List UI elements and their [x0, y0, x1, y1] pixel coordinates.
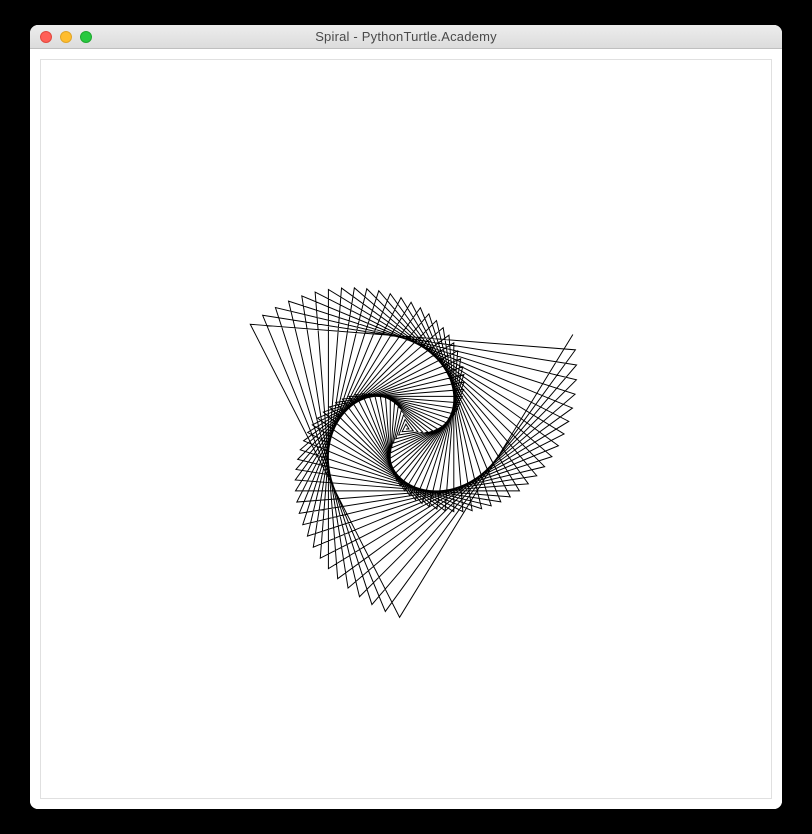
canvas-container: [30, 49, 782, 809]
minimize-button[interactable]: [60, 31, 72, 43]
close-button[interactable]: [40, 31, 52, 43]
turtle-canvas: [41, 60, 771, 798]
canvas-border: [40, 59, 772, 799]
window-title: Spiral - PythonTurtle.Academy: [30, 29, 782, 44]
window-titlebar[interactable]: Spiral - PythonTurtle.Academy: [30, 25, 782, 49]
spiral-drawing: [250, 288, 576, 617]
traffic-lights-group: [30, 31, 92, 43]
application-window: Spiral - PythonTurtle.Academy: [30, 25, 782, 809]
zoom-button[interactable]: [80, 31, 92, 43]
